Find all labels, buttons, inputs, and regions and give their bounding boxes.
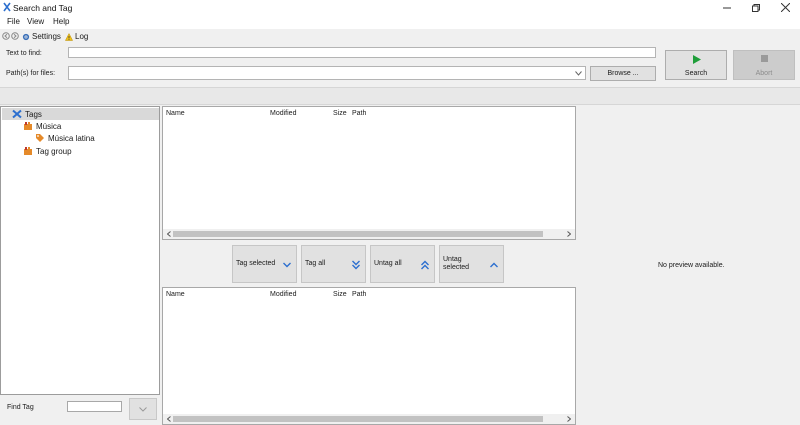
tree-node-musica[interactable]: Música: [23, 120, 61, 132]
warning-icon: [65, 32, 73, 41]
separator-band: [0, 87, 800, 105]
preview-message: No preview available.: [658, 262, 725, 269]
tag-selected-label: Tag selected: [236, 259, 276, 267]
double-chevron-down-icon: [352, 260, 360, 270]
column-header-modified[interactable]: Modified: [270, 110, 296, 117]
find-tag-input[interactable]: [67, 401, 122, 412]
column-header-size[interactable]: Size: [333, 291, 347, 298]
scrollbar-thumb[interactable]: [173, 231, 543, 237]
tree-node-label: Tag group: [36, 146, 72, 156]
scroll-left-icon[interactable]: [165, 229, 173, 239]
abort-button-label: Abort: [755, 70, 773, 77]
horizontal-scrollbar[interactable]: [163, 229, 575, 239]
window-title: Search and Tag: [13, 3, 73, 13]
search-button[interactable]: Search: [665, 50, 727, 80]
chevron-down-icon: [283, 262, 291, 268]
scroll-right-icon[interactable]: [565, 229, 573, 239]
tags-root-icon: [12, 109, 22, 119]
column-header-modified[interactable]: Modified: [270, 291, 296, 298]
forward-icon: [11, 32, 19, 40]
scroll-left-icon[interactable]: [165, 414, 173, 424]
restore-button[interactable]: [742, 0, 770, 15]
settings-label: Settings: [32, 32, 61, 41]
chevron-down-icon: [139, 406, 147, 412]
column-header-size[interactable]: Size: [333, 110, 347, 117]
back-button[interactable]: [2, 32, 10, 40]
scrollbar-thumb[interactable]: [173, 416, 543, 422]
horizontal-scrollbar[interactable]: [163, 414, 575, 424]
gear-icon: [22, 33, 30, 40]
column-header-path[interactable]: Path: [352, 110, 366, 117]
scroll-right-icon[interactable]: [565, 414, 573, 424]
log-label: Log: [75, 32, 89, 41]
text-to-find-label: Text to find:: [6, 50, 42, 57]
column-header-name[interactable]: Name: [166, 110, 185, 117]
tag-all-label: Tag all: [305, 259, 326, 267]
find-tag-button[interactable]: [129, 398, 157, 420]
menu-file[interactable]: File: [7, 17, 20, 26]
menu-bar: File View Help: [0, 15, 800, 29]
forward-button[interactable]: [11, 32, 19, 40]
log-button[interactable]: Log: [65, 32, 88, 41]
toolbar: Settings Log: [0, 29, 800, 44]
find-tag-label: Find Tag: [7, 404, 34, 411]
back-icon: [2, 32, 10, 40]
app-logo-icon: [3, 2, 11, 12]
tree-node-label: Tags: [25, 109, 42, 119]
untag-all-label: Untag all: [374, 259, 402, 267]
tag-selected-button[interactable]: Tag selected: [232, 245, 297, 283]
tree-node-label: Música: [36, 121, 62, 131]
tree-node-label: Música latina: [48, 133, 95, 143]
menu-view[interactable]: View: [27, 17, 44, 26]
settings-button[interactable]: Settings: [22, 32, 61, 41]
tag-group-icon: [24, 147, 32, 155]
search-button-label: Search: [684, 70, 708, 77]
tag-all-button[interactable]: Tag all: [301, 245, 366, 283]
paths-input[interactable]: [69, 67, 569, 79]
paths-label: Path(s) for files:: [6, 70, 56, 77]
column-header-path[interactable]: Path: [352, 291, 366, 298]
tree-node-tag-group[interactable]: Tag group: [23, 145, 72, 157]
tree-node-musica-latina[interactable]: Música latina: [35, 132, 95, 144]
text-to-find-input[interactable]: [68, 47, 656, 58]
double-chevron-up-icon: [421, 260, 429, 270]
chevron-down-icon[interactable]: [573, 68, 583, 78]
untag-selected-label: Untag selected: [443, 255, 470, 271]
abort-button[interactable]: Abort: [733, 50, 795, 80]
paths-combobox[interactable]: [68, 66, 586, 80]
close-button[interactable]: [771, 0, 799, 15]
stop-icon: [761, 55, 768, 62]
browse-button[interactable]: Browse ...: [590, 66, 656, 81]
minimize-button[interactable]: [713, 0, 741, 15]
tag-tree[interactable]: Tags Música Música latina Tag group: [0, 106, 160, 395]
search-results-list[interactable]: Name Modified Size Path: [162, 106, 576, 240]
tree-node-tags[interactable]: Tags: [2, 108, 159, 120]
tag-icon: [36, 134, 44, 142]
tag-group-icon: [24, 122, 32, 130]
untag-all-button[interactable]: Untag all: [370, 245, 435, 283]
tagged-files-list[interactable]: Name Modified Size Path: [162, 287, 576, 425]
untag-selected-button[interactable]: Untag selected: [439, 245, 504, 283]
column-header-name[interactable]: Name: [166, 291, 185, 298]
menu-help[interactable]: Help: [53, 17, 69, 26]
play-icon: [693, 55, 701, 64]
title-bar: Search and Tag: [0, 0, 800, 15]
chevron-up-icon: [490, 262, 498, 268]
